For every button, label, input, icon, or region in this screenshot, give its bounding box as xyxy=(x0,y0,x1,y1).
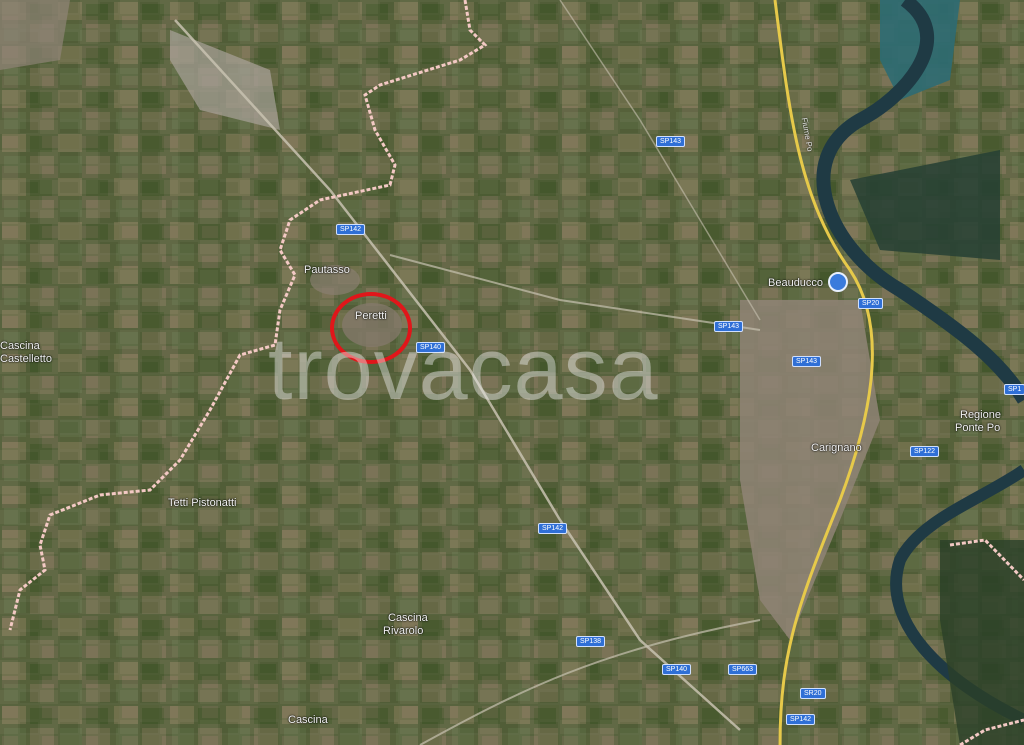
road-shield: SP20 xyxy=(858,298,884,309)
place-label-carignano[interactable]: Carignano xyxy=(811,442,862,455)
place-label-tetti-pistonatti[interactable]: Tetti Pistonatti xyxy=(168,497,236,510)
watermark-logo: trovacasa xyxy=(268,319,659,418)
place-label-pautasso[interactable]: Pautasso xyxy=(304,264,350,277)
place-label-beauducco[interactable]: Beauducco xyxy=(768,277,823,290)
road-shield: SP142 xyxy=(538,523,568,534)
location-pin-icon[interactable] xyxy=(828,272,848,292)
place-label-cascina-castelletto-line2[interactable]: Castelletto xyxy=(0,353,52,366)
road-shield: SP142 xyxy=(786,714,816,725)
road-shield: SR20 xyxy=(800,688,826,699)
road-shield: SP138 xyxy=(576,636,606,647)
place-label-cascina-bottom[interactable]: Cascina xyxy=(288,714,328,727)
road-shield: SP143 xyxy=(714,321,744,332)
satellite-map[interactable]: Pautasso Peretti Cascina Castelletto Tet… xyxy=(0,0,1024,745)
road-shield: SP143 xyxy=(792,356,822,367)
place-label-cascina-rivarolo-line2[interactable]: Rivarolo xyxy=(383,625,423,638)
road-shield: SP663 xyxy=(728,664,758,675)
road-shield: SP140 xyxy=(662,664,692,675)
place-label-cascina-rivarolo-line1[interactable]: Cascina xyxy=(388,612,428,625)
road-shield: SP143 xyxy=(656,136,686,147)
road-shield: SP122 xyxy=(910,446,940,457)
road-shield: SP142 xyxy=(336,224,366,235)
place-label-cascina-castelletto-line1[interactable]: Cascina xyxy=(0,340,40,353)
road-shield: SP1 xyxy=(1004,384,1024,395)
place-label-regione-ponte-po-line1[interactable]: Regione xyxy=(960,409,1001,422)
place-label-regione-ponte-po-line2[interactable]: Ponte Po xyxy=(955,422,1000,435)
